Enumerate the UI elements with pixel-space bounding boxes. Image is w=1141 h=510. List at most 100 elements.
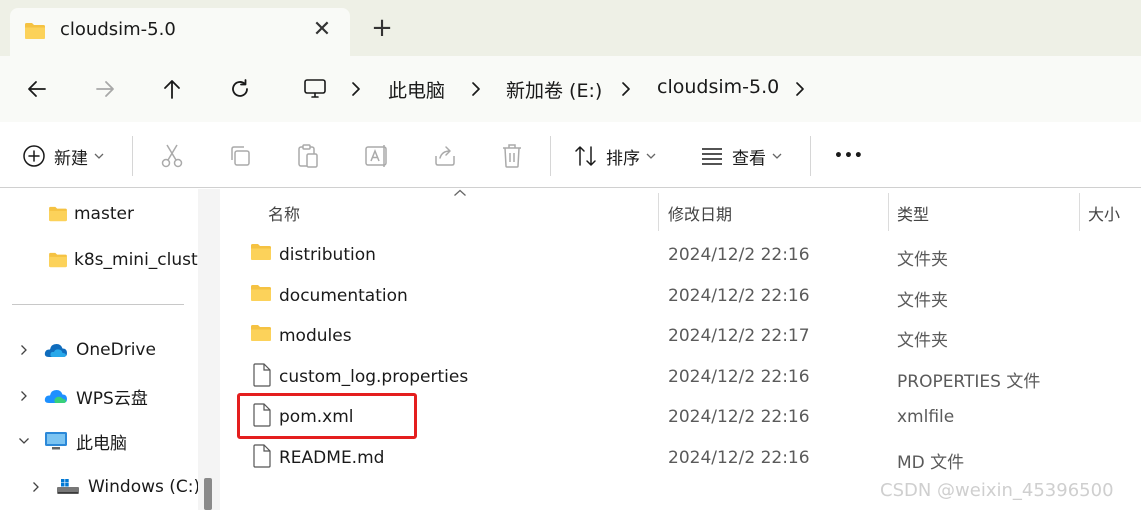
- share-icon[interactable]: [433, 142, 457, 170]
- wps-cloud-icon: [44, 390, 67, 403]
- chevron-down-icon[interactable]: [16, 433, 32, 449]
- sort-button-label: 排序: [606, 148, 640, 169]
- file-row-distribution[interactable]: distribution 2024/12/2 22:16 文件夹: [220, 237, 1141, 275]
- tab-title: cloudsim-5.0: [60, 19, 176, 40]
- file-date: 2024/12/2 22:16: [668, 367, 810, 387]
- sidebar-item-label: WPS云盘: [76, 388, 148, 409]
- sidebar-item-wps-cloud[interactable]: WPS云盘: [16, 381, 148, 411]
- sidebar-scrollbar[interactable]: [198, 189, 220, 510]
- breadcrumb-cloudsim[interactable]: cloudsim-5.0: [657, 76, 779, 98]
- folder-icon: [24, 22, 46, 44]
- close-icon[interactable]: ✕: [310, 18, 334, 42]
- file-type: MD 文件: [897, 453, 965, 473]
- file-name: distribution: [279, 245, 376, 265]
- sort-button[interactable]: 排序: [574, 142, 656, 170]
- watermark-text: CSDN @weixin_45396500: [880, 480, 1114, 501]
- file-name: documentation: [279, 286, 408, 306]
- file-type: xmlfile: [897, 407, 955, 427]
- cut-icon[interactable]: [160, 142, 184, 170]
- sidebar-item-onedrive[interactable]: OneDrive: [16, 335, 156, 365]
- delete-icon[interactable]: [500, 142, 524, 170]
- command-toolbar: 新建 排序 查看 •••: [0, 122, 1141, 188]
- breadcrumb-this-pc[interactable]: 此电脑: [388, 76, 445, 103]
- column-divider[interactable]: [1079, 193, 1080, 231]
- copy-icon[interactable]: [228, 142, 252, 170]
- column-header-date[interactable]: 修改日期: [668, 201, 732, 225]
- up-arrow-icon[interactable]: [155, 72, 189, 106]
- tab-cloudsim[interactable]: cloudsim-5.0 ✕: [10, 8, 350, 56]
- file-date: 2024/12/2 22:16: [668, 407, 810, 427]
- file-row-documentation[interactable]: documentation 2024/12/2 22:16 文件夹: [220, 278, 1141, 316]
- forward-arrow-icon[interactable]: [88, 72, 122, 106]
- sort-ascending-icon: [454, 189, 466, 196]
- file-row-custom-log-properties[interactable]: custom_log.properties 2024/12/2 22:16 PR…: [220, 359, 1141, 397]
- file-type: 文件夹: [897, 331, 948, 351]
- chevron-right-icon[interactable]: [28, 479, 44, 495]
- sidebar-item-windows-c[interactable]: Windows (C:): [28, 472, 198, 502]
- chevron-right-icon[interactable]: [792, 78, 808, 100]
- sidebar-item-k8s-mini-cluster[interactable]: k8s_mini_cluste: [48, 245, 198, 275]
- computer-icon: [302, 78, 328, 100]
- chevron-down-icon: [94, 153, 104, 159]
- sidebar-item-label: k8s_mini_cluste: [74, 250, 198, 270]
- new-button-label: 新建: [54, 148, 88, 169]
- column-header-name[interactable]: 名称: [268, 201, 300, 225]
- sidebar-item-label: master: [74, 204, 134, 224]
- refresh-icon[interactable]: [223, 72, 257, 106]
- folder-icon: [49, 252, 67, 268]
- file-icon: [253, 363, 271, 387]
- folder-icon: [251, 285, 271, 301]
- windows-drive-icon: [57, 479, 79, 494]
- chevron-down-icon: [772, 153, 782, 159]
- sidebar-scrollbar-thumb[interactable]: [204, 478, 212, 510]
- new-tab-button[interactable]: +: [368, 14, 396, 42]
- chevron-right-icon[interactable]: [468, 78, 484, 100]
- paste-icon[interactable]: [296, 142, 320, 170]
- sidebar-item-label: OneDrive: [76, 340, 156, 360]
- sidebar-item-this-pc[interactable]: 此电脑: [16, 426, 127, 456]
- new-button[interactable]: 新建: [22, 142, 104, 170]
- chevron-right-icon[interactable]: [348, 78, 364, 100]
- toolbar-divider: [810, 136, 811, 176]
- file-type: 文件夹: [897, 291, 948, 311]
- file-name: README.md: [279, 448, 385, 468]
- plus-circle-icon: [23, 145, 45, 167]
- toolbar-divider: [132, 136, 133, 176]
- title-bar: cloudsim-5.0 ✕ +: [0, 0, 1141, 56]
- navigation-pane: master k8s_mini_cluste OneDrive WPS云盘 此电…: [0, 189, 198, 510]
- rename-icon[interactable]: [364, 142, 390, 170]
- column-divider[interactable]: [888, 193, 889, 231]
- file-type: 文件夹: [897, 250, 948, 270]
- file-list: 名称 修改日期 类型 大小 distribution 2024/12/2 22:…: [220, 189, 1141, 510]
- breadcrumb-volume-e[interactable]: 新加卷 (E:): [506, 76, 602, 103]
- column-divider[interactable]: [658, 193, 659, 231]
- file-date: 2024/12/2 22:16: [668, 286, 810, 306]
- navigation-bar: 此电脑 新加卷 (E:) cloudsim-5.0: [0, 56, 1141, 122]
- file-name: pom.xml: [279, 407, 354, 427]
- view-button[interactable]: 查看: [700, 142, 782, 170]
- file-row-modules[interactable]: modules 2024/12/2 22:17 文件夹: [220, 318, 1141, 356]
- back-arrow-icon[interactable]: [20, 72, 54, 106]
- sidebar-item-master[interactable]: master: [48, 199, 134, 229]
- file-icon: [253, 444, 271, 468]
- file-type: PROPERTIES 文件: [897, 372, 1041, 392]
- sort-icon: [575, 146, 596, 166]
- file-row-pom-xml[interactable]: pom.xml 2024/12/2 22:16 xmlfile: [220, 399, 1141, 437]
- chevron-right-icon[interactable]: [16, 388, 32, 404]
- column-header-size[interactable]: 大小: [1088, 201, 1120, 225]
- chevron-down-icon: [646, 153, 656, 159]
- view-list-icon: [702, 148, 722, 165]
- chevron-right-icon[interactable]: [618, 78, 634, 100]
- file-name: custom_log.properties: [279, 367, 469, 387]
- view-button-label: 查看: [732, 148, 766, 169]
- chevron-right-icon[interactable]: [16, 342, 32, 358]
- folder-icon: [251, 325, 271, 341]
- more-options-icon[interactable]: •••: [834, 142, 864, 170]
- column-header-type[interactable]: 类型: [897, 201, 929, 225]
- folder-icon: [49, 206, 67, 222]
- file-row-readme-md[interactable]: README.md 2024/12/2 22:16 MD 文件: [220, 440, 1141, 478]
- address-bar[interactable]: 此电脑 新加卷 (E:) cloudsim-5.0: [286, 66, 1141, 112]
- toolbar-divider: [550, 136, 551, 176]
- sidebar-item-label: 此电脑: [76, 433, 127, 454]
- sidebar-divider: [12, 304, 184, 305]
